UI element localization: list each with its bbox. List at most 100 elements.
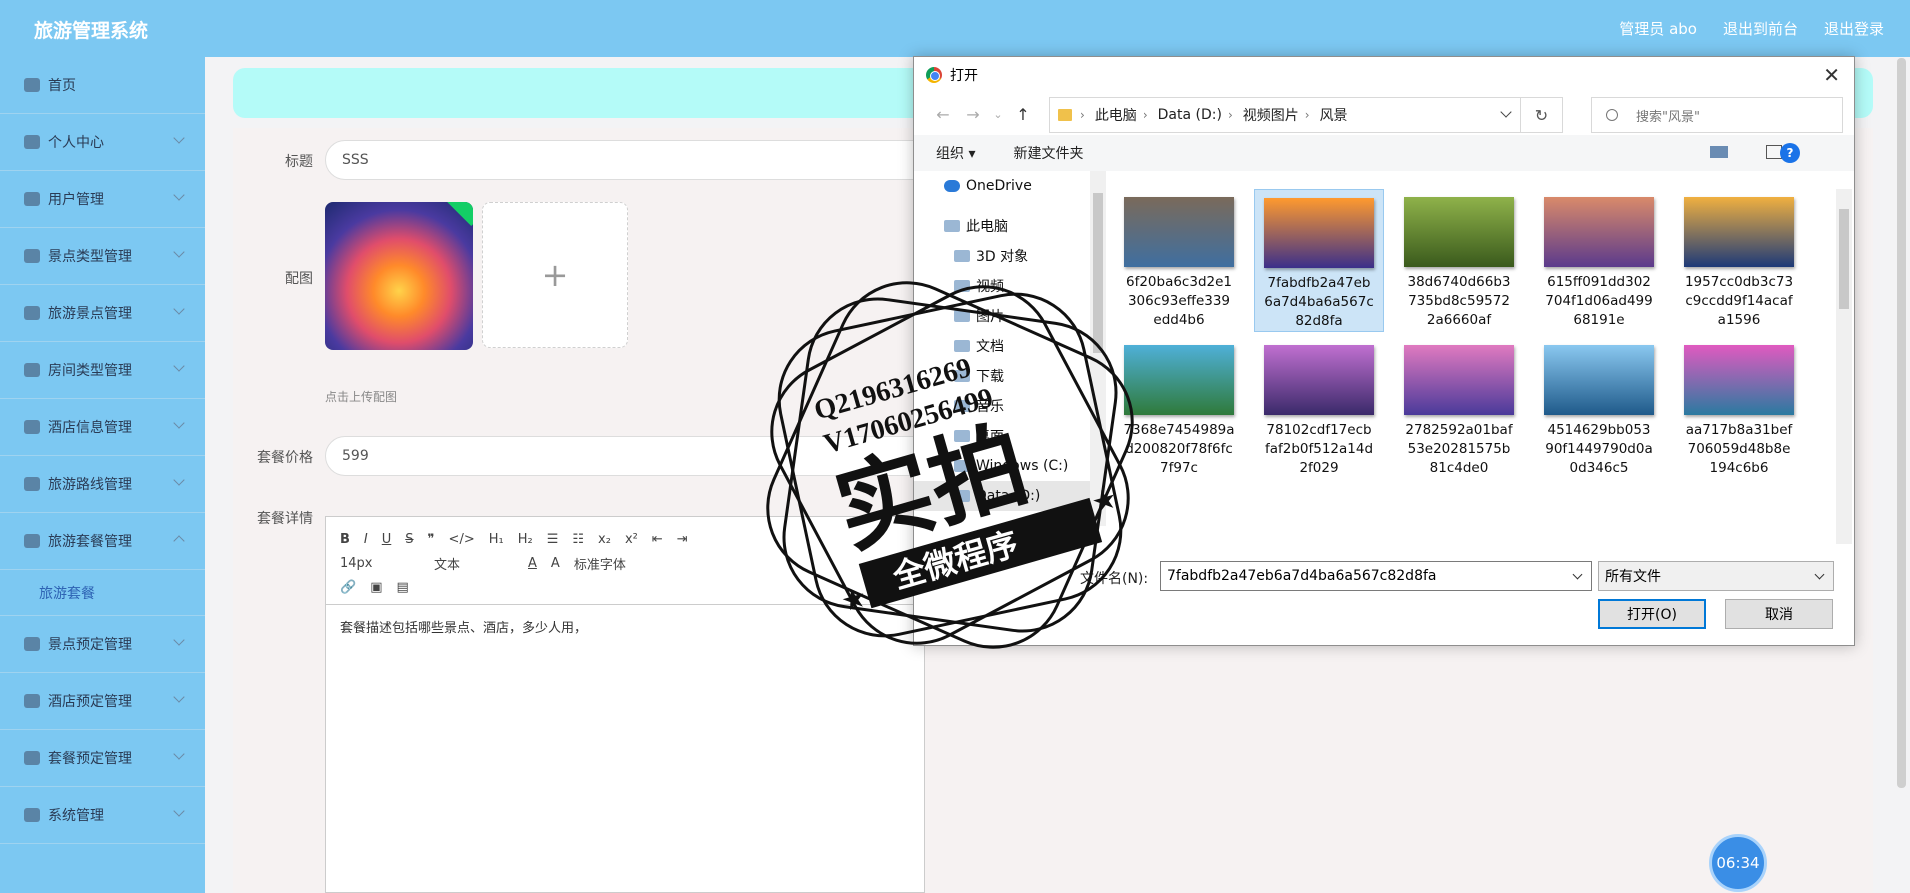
- nav-item-documents[interactable]: 文档: [914, 331, 1090, 361]
- image-insert-icon[interactable]: ▣: [370, 580, 382, 595]
- sidebar-item-route[interactable]: 旅游路线管理: [0, 456, 205, 513]
- price-input[interactable]: 599: [325, 436, 945, 476]
- cancel-button[interactable]: 取消: [1725, 599, 1833, 629]
- back-arrow-icon[interactable]: ←: [928, 105, 958, 124]
- uploaded-image-thumbnail[interactable]: [325, 202, 473, 350]
- sidebar-item-scenic-booking[interactable]: 景点预定管理: [0, 616, 205, 673]
- sidebar-item-system[interactable]: 系统管理: [0, 787, 205, 844]
- file-item[interactable]: 7fabdfb2a47eb 6a7d4ba6a567c 82d8fa: [1254, 189, 1384, 332]
- file-scrollbar[interactable]: [1836, 189, 1852, 544]
- file-item[interactable]: 7368e7454989a d200820f78f6fc 7f97c: [1114, 337, 1244, 478]
- scroll-thumb[interactable]: [1839, 209, 1849, 309]
- ordered-list-button[interactable]: ☰: [547, 532, 559, 547]
- indent-button[interactable]: ⇥: [677, 532, 688, 547]
- file-item[interactable]: 6f20ba6c3d2e1 306c93effe339 edd4b6: [1114, 189, 1244, 330]
- breadcrumb-video-pictures[interactable]: 视频图片: [1243, 105, 1299, 125]
- file-item[interactable]: 615ff091dd302 704f1d06ad499 68191e: [1534, 189, 1664, 330]
- image-upload-button[interactable]: +: [482, 202, 628, 348]
- sidebar-item-scenic-spot[interactable]: 旅游景点管理: [0, 285, 205, 342]
- background-color-icon[interactable]: A: [551, 556, 560, 571]
- floating-clock[interactable]: 06:34: [1709, 834, 1767, 892]
- nav-item-drive-d[interactable]: Data (D:): [914, 481, 1090, 511]
- breadcrumb-this-pc[interactable]: 此电脑: [1095, 105, 1137, 125]
- file-item[interactable]: 38d6740d66b3 735bd8c59572 2a6660af: [1394, 189, 1524, 330]
- scroll-thumb[interactable]: [1093, 193, 1103, 353]
- file-item[interactable]: 2782592a01baf 53e20281575b 81c4de0: [1394, 337, 1524, 478]
- page-scrollbar[interactable]: [1897, 58, 1906, 788]
- logout-link[interactable]: 退出登录: [1824, 18, 1884, 39]
- h2-button[interactable]: H₂: [518, 532, 533, 547]
- file-item[interactable]: 1957cc0db3c73 c9ccdd9f14acaf a1596: [1674, 189, 1804, 330]
- sidebar-item-profile[interactable]: 个人中心: [0, 114, 205, 171]
- nav-item-label: OneDrive: [966, 178, 1032, 194]
- close-icon[interactable]: ✕: [1823, 63, 1840, 87]
- file-item[interactable]: [1674, 485, 1804, 489]
- open-button[interactable]: 打开(O): [1598, 599, 1706, 629]
- subscript-button[interactable]: x₂: [598, 532, 611, 547]
- nav-item-this-pc[interactable]: 此电脑: [914, 211, 1090, 241]
- quote-button[interactable]: ❞: [428, 532, 435, 547]
- address-bar[interactable]: › 此电脑 › Data (D:) › 视频图片 › 风景 ↻: [1049, 97, 1563, 133]
- nav-item-drive-c[interactable]: Windows (C:): [914, 451, 1090, 481]
- filename-input[interactable]: 7fabdfb2a47eb6a7d4ba6a567c82d8fa: [1160, 561, 1592, 591]
- nav-item-3d-objects[interactable]: 3D 对象: [914, 241, 1090, 271]
- video-insert-icon[interactable]: ▤: [396, 580, 408, 595]
- code-button[interactable]: </>: [449, 532, 475, 547]
- nav-item-downloads[interactable]: 下载: [914, 361, 1090, 391]
- bullet-list-button[interactable]: ☷: [572, 532, 584, 547]
- file-item[interactable]: [1534, 485, 1664, 489]
- superscript-button[interactable]: x²: [625, 532, 638, 547]
- h1-button[interactable]: H₁: [489, 532, 504, 547]
- font-family-select[interactable]: 标准字体: [574, 554, 664, 573]
- file-item[interactable]: [1394, 485, 1524, 489]
- help-icon[interactable]: ?: [1780, 143, 1800, 163]
- sidebar-item-home[interactable]: 首页: [0, 57, 205, 114]
- new-folder-button[interactable]: 新建文件夹: [1013, 143, 1083, 163]
- link-icon[interactable]: 🔗: [340, 580, 356, 595]
- file-item[interactable]: aa717b8a31bef 706059d48b8e 194c6b6: [1674, 337, 1804, 478]
- nav-item-onedrive[interactable]: OneDrive: [914, 171, 1090, 201]
- breadcrumb-scenery[interactable]: 风景: [1320, 105, 1348, 125]
- underline-button[interactable]: U: [382, 532, 392, 547]
- chevron-down-icon[interactable]: [1572, 569, 1583, 580]
- filetype-select[interactable]: 所有文件: [1598, 561, 1834, 591]
- outdent-button[interactable]: ⇤: [652, 532, 663, 547]
- nav-item-pictures[interactable]: 图片: [914, 301, 1090, 331]
- sidebar-subitem-package[interactable]: 旅游套餐: [0, 570, 205, 616]
- sidebar-item-scenic-type[interactable]: 景点类型管理: [0, 228, 205, 285]
- exit-to-front-link[interactable]: 退出到前台: [1723, 18, 1798, 39]
- sidebar-item-room-type[interactable]: 房间类型管理: [0, 342, 205, 399]
- recent-dropdown-icon[interactable]: ⌄: [988, 108, 1008, 121]
- breadcrumb-drive-d[interactable]: Data (D:): [1158, 107, 1222, 123]
- text-style-select[interactable]: 文本: [434, 554, 514, 573]
- sidebar-item-hotel[interactable]: 酒店信息管理: [0, 399, 205, 456]
- file-item[interactable]: [1114, 485, 1244, 489]
- search-input[interactable]: 搜索"风景": [1591, 97, 1843, 133]
- organize-button[interactable]: 组织 ▾: [936, 143, 975, 163]
- admin-username[interactable]: 管理员 abo: [1619, 18, 1697, 39]
- refresh-icon[interactable]: ↻: [1520, 98, 1562, 132]
- title-input[interactable]: SSS: [325, 140, 945, 180]
- sidebar-item-hotel-booking[interactable]: 酒店预定管理: [0, 673, 205, 730]
- file-item[interactable]: 78102cdf17ecb faf2b0f512a14d 2f029: [1254, 337, 1384, 478]
- view-options-icon[interactable]: [1710, 146, 1728, 158]
- nav-scrollbar[interactable]: [1090, 171, 1106, 526]
- sidebar-item-users[interactable]: 用户管理: [0, 171, 205, 228]
- nav-item-music[interactable]: 音乐: [914, 391, 1090, 421]
- sidebar-item-package[interactable]: 旅游套餐管理: [0, 513, 205, 570]
- file-item[interactable]: 4514629bb053 90f1449790d0a 0d346c5: [1534, 337, 1664, 478]
- bold-button[interactable]: B: [340, 532, 350, 547]
- font-size-select[interactable]: 14px: [340, 556, 420, 571]
- forward-arrow-icon[interactable]: →: [958, 105, 988, 124]
- file-item[interactable]: [1254, 485, 1384, 489]
- nav-item-videos[interactable]: 视频: [914, 271, 1090, 301]
- up-arrow-icon[interactable]: ↑: [1008, 105, 1038, 124]
- file-name-line: 0d346c5: [1569, 460, 1629, 476]
- font-color-icon[interactable]: A: [528, 556, 537, 571]
- editor-content[interactable]: 套餐描述包括哪些景点、酒店，多少人用，: [326, 605, 924, 648]
- chevron-down-icon[interactable]: [1500, 106, 1512, 118]
- nav-item-desktop[interactable]: 桌面: [914, 421, 1090, 451]
- italic-button[interactable]: I: [364, 532, 368, 547]
- strike-button[interactable]: S: [405, 532, 413, 547]
- sidebar-item-package-booking[interactable]: 套餐预定管理: [0, 730, 205, 787]
